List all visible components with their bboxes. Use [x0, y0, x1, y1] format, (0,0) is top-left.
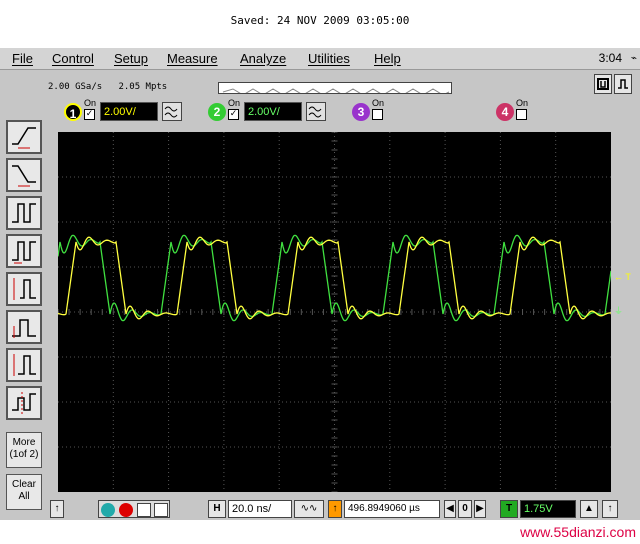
menu-utilities[interactable]: Utilities	[308, 51, 350, 66]
wave-coupling-icon	[164, 106, 178, 118]
setup-hold-icon	[13, 278, 36, 300]
channel-4-on-label: On	[516, 98, 529, 108]
channel-2-badge[interactable]: 2	[208, 103, 226, 121]
trigger-up-button[interactable]: ▲	[580, 500, 598, 518]
trigger-level-marker[interactable]: ← T	[614, 272, 631, 282]
clear-sub-label: All	[18, 491, 30, 502]
waveform-display[interactable]	[57, 131, 612, 493]
time-adjust-button[interactable]: ∿∿	[294, 500, 324, 518]
waveform-canvas	[57, 131, 612, 493]
more-label: More	[12, 437, 36, 448]
runt-trigger-button[interactable]	[6, 310, 42, 344]
saved-timestamp: Saved: 24 NOV 2009 03:05:00	[230, 14, 410, 27]
single-icon	[618, 79, 628, 89]
menu-analyze[interactable]: Analyze	[240, 51, 286, 66]
watermark: www.55dianzi.com	[520, 524, 636, 540]
delay-right-button[interactable]: ▶	[474, 500, 486, 518]
pulse-width-trigger-button[interactable]	[6, 196, 42, 230]
channel-1-coupling-button[interactable]	[162, 102, 182, 121]
network-icon: ⌁	[630, 53, 637, 64]
wave-coupling-icon	[308, 106, 322, 118]
menu-help[interactable]: Help	[374, 51, 401, 66]
overview-trace-icon	[222, 88, 450, 93]
timeout-trigger-button[interactable]	[6, 348, 42, 382]
run-stop-button[interactable]	[594, 74, 612, 94]
channel-4-checkbox[interactable]	[516, 109, 527, 120]
record-icon[interactable]	[119, 503, 133, 517]
rising-edge-trigger-button[interactable]	[6, 120, 42, 154]
quick-tools	[98, 500, 170, 518]
trigger-level-field[interactable]: 1.75V	[520, 500, 576, 518]
print-icon[interactable]	[154, 503, 168, 517]
horizontal-button[interactable]: H	[208, 500, 226, 518]
trigger-button[interactable]: T	[500, 500, 518, 518]
clear-label: Clear	[12, 479, 36, 490]
channel-2-on-label: On	[228, 98, 241, 108]
acquisition-info: 2.00 GSa/s 2.05 Mpts	[48, 82, 167, 92]
graticule	[57, 131, 612, 493]
menu-measure[interactable]: Measure	[167, 51, 218, 66]
run-icon	[597, 78, 609, 90]
single-button[interactable]	[614, 74, 632, 94]
delay-center-button[interactable]: 0	[458, 500, 472, 518]
falling-edge-trigger-button[interactable]	[6, 158, 42, 192]
glitch-trigger-button[interactable]	[6, 234, 42, 268]
trigger-panel: More (1of 2) Clear All	[0, 118, 48, 518]
channel-3-badge[interactable]: 3	[352, 103, 370, 121]
scroll-up-button[interactable]: ↑	[50, 500, 64, 518]
timeout-icon	[13, 354, 36, 376]
channel-1-on-label: On	[84, 98, 97, 108]
ground-reference-icon[interactable]: ⏚	[614, 304, 623, 317]
sample-rate: 2.00 GSa/s	[48, 82, 103, 92]
channel-2-checkbox[interactable]: ✓	[228, 109, 239, 120]
delay-marker-icon[interactable]: ↑	[328, 500, 342, 518]
transition-trigger-button[interactable]	[6, 386, 42, 420]
channel-1-badge[interactable]: 1	[64, 103, 82, 121]
falling-edge-icon	[12, 165, 36, 187]
transition-icon	[12, 392, 36, 414]
scope-window: File Control Setup Measure Analyze Utili…	[0, 48, 640, 520]
menu-setup[interactable]: Setup	[114, 51, 148, 66]
pulse-icon	[12, 203, 36, 223]
menu-control[interactable]: Control	[52, 51, 94, 66]
memory-depth: 2.05 Mpts	[118, 82, 168, 92]
setup-hold-trigger-button[interactable]	[6, 272, 42, 306]
channel-1-scale[interactable]: 2.00V/	[100, 102, 158, 121]
scroll-top-button[interactable]: ↑	[602, 500, 618, 518]
menu-bar: File Control Setup Measure Analyze Utili…	[0, 48, 640, 70]
clear-all-button[interactable]: Clear All	[6, 474, 42, 510]
more-page-label: (1of 2)	[9, 449, 39, 460]
time-position-field[interactable]: 496.8949060 µs	[344, 500, 440, 518]
channel-2-scale[interactable]: 2.00V/	[244, 102, 302, 121]
delay-left-button[interactable]: ◀	[444, 500, 456, 518]
bottom-bar: ↑ H 20.0 ns/ ∿∿ ↑ 496.8949060 µs ◀ 0 ▶ T…	[48, 498, 640, 520]
channel-3-checkbox[interactable]	[372, 109, 383, 120]
channel-1-checkbox[interactable]: ✓	[84, 109, 95, 120]
channel-3-on-label: On	[372, 98, 385, 108]
rising-edge-icon	[12, 127, 36, 149]
more-button[interactable]: More (1of 2)	[6, 432, 42, 468]
cyan-marker-icon[interactable]	[101, 503, 115, 517]
channel-2-coupling-button[interactable]	[306, 102, 326, 121]
runt-icon	[12, 319, 36, 338]
channel-4-badge[interactable]: 4	[496, 103, 514, 121]
glitch-icon	[12, 241, 36, 264]
menu-file[interactable]: File	[12, 51, 33, 66]
time-scale-field[interactable]: 20.0 ns/	[228, 500, 292, 518]
quick-measure-icon[interactable]	[137, 503, 151, 517]
waveform-overview[interactable]	[218, 82, 452, 94]
clock: 3:04	[598, 51, 622, 65]
